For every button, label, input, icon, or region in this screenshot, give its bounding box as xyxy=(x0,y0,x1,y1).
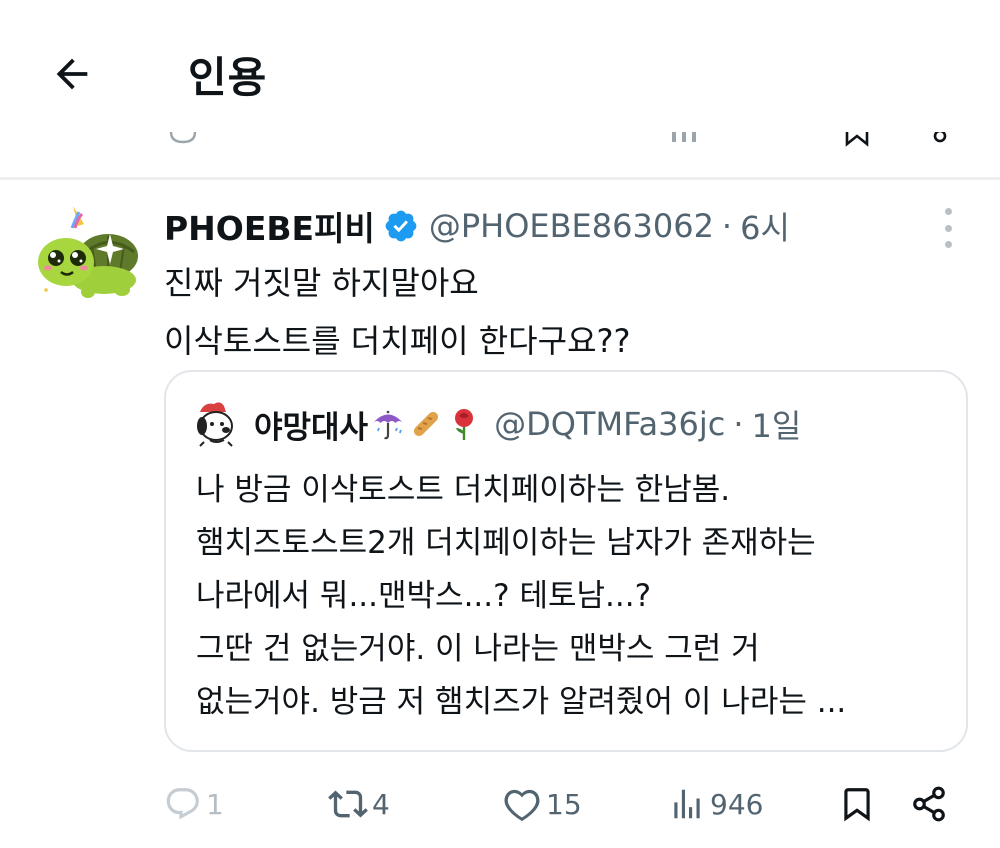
reply-icon xyxy=(169,132,197,144)
arrow-left-icon xyxy=(56,58,88,90)
author-display-name[interactable]: PHOEBE피비 xyxy=(164,202,375,250)
back-button[interactable] xyxy=(44,46,100,102)
author-row: PHOEBE피비 @PHOEBE863062 · 6시 xyxy=(164,204,790,248)
tweet-text-line: 이삭토스트를 더치페이 한다구요?? xyxy=(164,322,631,360)
like-button[interactable]: 15 xyxy=(502,776,582,832)
heart-icon xyxy=(504,789,540,821)
tweet-text: 진짜 거짓말 하지말아요 이삭토스트를 더치페이 한다구요?? xyxy=(164,254,964,370)
quoted-text-line: 없는거야. 방금 저 햄치즈가 알려줬어 이 나라는 ... xyxy=(196,684,847,720)
reply-icon xyxy=(166,788,199,820)
dot-icon xyxy=(944,224,952,232)
quoted-text-line: 나 방금 이삭토스트 더치페이하는 한남봄. xyxy=(196,472,731,508)
rose-icon xyxy=(455,409,474,440)
quoted-text-line: 그딴 건 없는거야. 이 나라는 맨박스 그런 거 xyxy=(196,631,760,667)
reply-count: 1 xyxy=(206,787,224,821)
avatar[interactable] xyxy=(26,206,142,322)
separator-dot: · xyxy=(721,207,733,245)
quoted-display-name: 야망대사 xyxy=(254,409,369,446)
dot-icon xyxy=(944,241,952,248)
baguette-icon xyxy=(414,411,439,437)
quoted-text-line: 나라에서 뭐...맨박스...? 테토남...? xyxy=(196,578,652,614)
share-button[interactable] xyxy=(910,776,948,832)
view-count: 946 xyxy=(710,787,764,821)
tweet-action-bar: 1 4 15 946 xyxy=(0,776,1000,832)
views-button[interactable]: 946 xyxy=(668,776,763,832)
quoted-handle: @DQTMFa36jc xyxy=(494,405,726,443)
retweet-count: 4 xyxy=(372,787,390,821)
reply-button[interactable]: 1 xyxy=(164,776,224,832)
umbrella-icon xyxy=(373,410,404,440)
retweet-icon xyxy=(328,790,368,818)
previous-tweet-actions-clipped xyxy=(0,132,1000,154)
bookmark-button[interactable] xyxy=(838,776,876,832)
top-app-bar: 인용 xyxy=(0,0,1000,140)
quoted-tweet-text: 나 방금 이삭토스트 더치페이하는 한남봄. 햄치즈토스트2개 더치페이하는 남… xyxy=(196,464,956,729)
bookmark-icon xyxy=(845,132,869,147)
views-icon xyxy=(674,789,700,819)
dot-icon xyxy=(944,208,952,215)
quoted-tweet-card[interactable]: 야망대사 @DQTMFa36jc · 1일 나 방금 이삭토스트 더치페이하는 … xyxy=(164,370,968,752)
timestamp[interactable]: 6시 xyxy=(740,203,790,249)
tweet-text-line: 진짜 거짓말 하지말아요 xyxy=(164,264,479,302)
views-icon xyxy=(672,132,696,142)
quoted-avatar xyxy=(197,402,233,447)
bookmark-icon xyxy=(844,788,870,822)
separator-dot: · xyxy=(733,405,744,443)
quoted-timestamp: 1일 xyxy=(751,407,802,445)
verified-badge-icon xyxy=(385,210,417,242)
share-icon xyxy=(933,132,947,143)
quote-tweet[interactable]: PHOEBE피비 @PHOEBE863062 · 6시 진짜 거짓말 하지말아요… xyxy=(0,180,1000,848)
author-handle[interactable]: @PHOEBE863062 xyxy=(429,207,714,245)
quoted-author-row: 야망대사 @DQTMFa36jc · 1일 xyxy=(254,402,801,446)
quoted-text-line: 햄치즈토스트2개 더치페이하는 남자가 존재하는 xyxy=(196,525,816,561)
page-title: 인용 xyxy=(188,53,268,102)
like-count: 15 xyxy=(546,787,582,821)
more-options-button[interactable] xyxy=(936,208,960,248)
share-icon xyxy=(913,786,945,822)
retweet-button[interactable]: 4 xyxy=(328,776,390,832)
